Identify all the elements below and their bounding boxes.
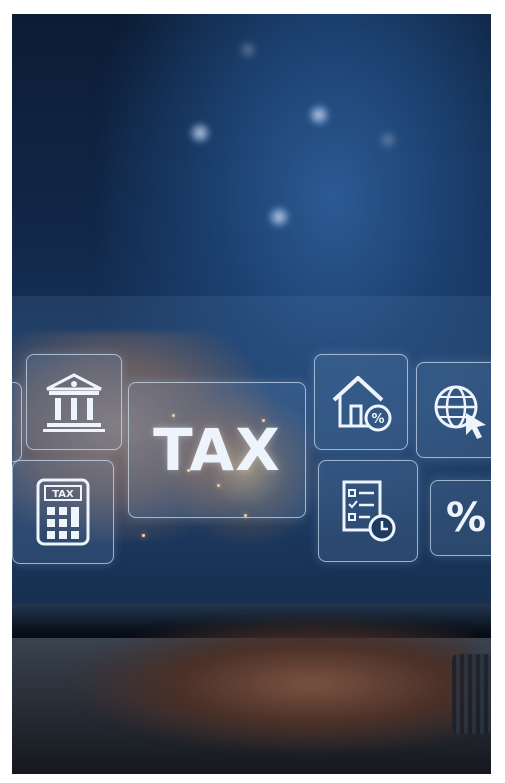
tax-label: TAX xyxy=(153,416,281,484)
checklist-clock-icon xyxy=(342,480,396,542)
partial-tile xyxy=(12,382,22,462)
tax-tile: TAX xyxy=(128,382,306,518)
percent-tile: % xyxy=(430,480,491,556)
shirt-button xyxy=(268,206,290,228)
house-tile: % xyxy=(314,354,408,450)
checklist-tile xyxy=(318,460,418,562)
bank-building-icon xyxy=(43,373,105,432)
bokeh-light xyxy=(242,44,254,56)
percent-icon: % xyxy=(445,495,487,541)
watch xyxy=(452,654,491,734)
bank-tile xyxy=(26,354,122,450)
tax-photo: TAX TAX % % xyxy=(12,14,491,774)
globe-cursor-icon xyxy=(434,385,486,439)
calculator-icon: TAX xyxy=(36,478,90,546)
house-percent-icon: % xyxy=(332,376,392,432)
shirt-button xyxy=(189,122,211,144)
holding-hand xyxy=(72,614,472,754)
calculator-tile: TAX xyxy=(12,460,114,564)
spark xyxy=(142,534,145,537)
calculator-tax-label: TAX xyxy=(52,489,74,500)
globe-tile xyxy=(416,362,491,458)
svg-text:%: % xyxy=(371,412,384,427)
shirt-button xyxy=(308,104,330,126)
bokeh-light xyxy=(382,134,394,146)
